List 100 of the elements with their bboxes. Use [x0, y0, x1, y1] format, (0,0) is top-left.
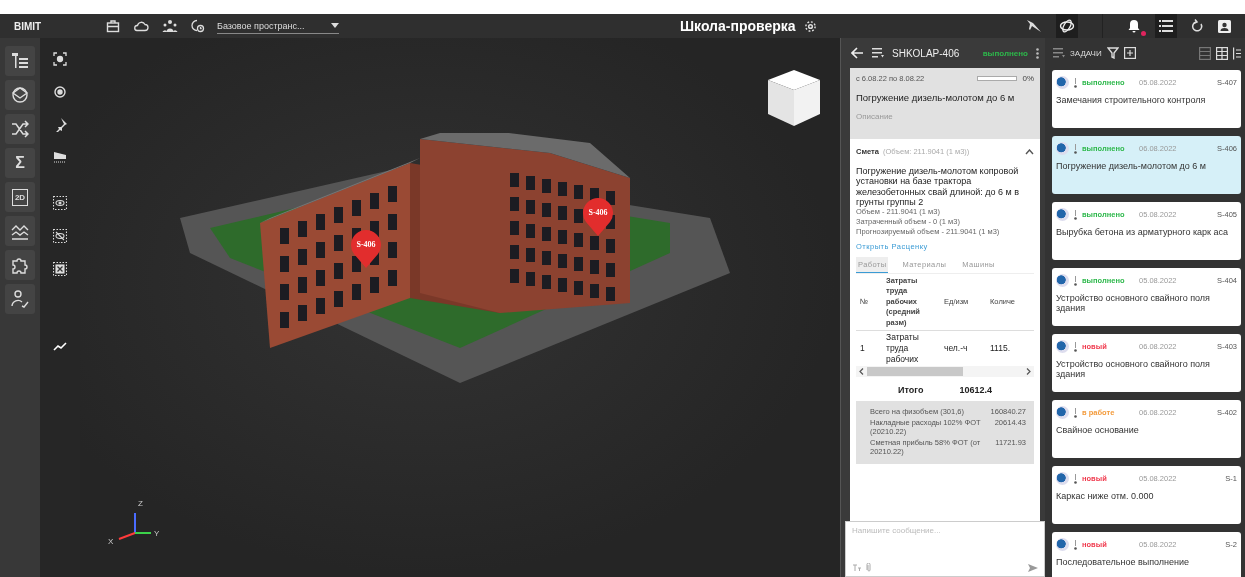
eye-off-icon — [53, 229, 67, 243]
task-title: Погружение дизель-молотом до 6 м — [856, 92, 1016, 103]
orbit-icon — [1059, 18, 1075, 34]
shuffle-icon — [11, 120, 29, 138]
tree-icon — [11, 52, 29, 70]
table-cell-text: 1 — [859, 343, 866, 355]
tool-button[interactable]: 2D — [5, 182, 35, 212]
axis-label: Y — [154, 529, 160, 538]
axis-label: Z — [138, 499, 143, 508]
table-cell-text: 1115. — [989, 343, 1011, 355]
caret-icon — [331, 23, 339, 28]
eye-icon — [53, 196, 67, 210]
tasks-title: ЗАДАЧИ — [1070, 48, 1102, 58]
view-tool-button[interactable] — [53, 52, 67, 66]
cloud-icon[interactable] — [133, 20, 149, 32]
issue-marker[interactable]: S-406 — [350, 228, 382, 268]
table-view-icon[interactable] — [1216, 46, 1228, 60]
priority-icon — [1074, 77, 1077, 88]
layers-icon — [11, 86, 29, 104]
table-cell-text: Затраты труда рабочих — [885, 332, 920, 366]
shield-clock-icon[interactable] — [191, 19, 205, 33]
sum-icon: Σ — [15, 154, 25, 172]
contact-card-icon[interactable] — [1218, 19, 1231, 33]
plane-icon[interactable] — [1026, 19, 1042, 33]
target-icon — [53, 85, 67, 99]
tool-button[interactable] — [5, 114, 35, 144]
avatar-icon — [1056, 538, 1069, 551]
model-viewport[interactable]: S-406 S-406 Z X Y — [80, 38, 840, 577]
view-tool-button[interactable] — [53, 196, 67, 210]
priority-icon — [1074, 341, 1077, 352]
task-title: Устройство основного свайного поля здания — [1056, 293, 1211, 314]
task-list-icon — [872, 48, 884, 58]
bell-icon[interactable] — [1127, 19, 1141, 33]
tool-button[interactable] — [5, 46, 35, 76]
view-tool-button[interactable] — [53, 151, 67, 165]
task-title: Устройство основного свайного поля здания — [1056, 359, 1211, 380]
tool-button[interactable] — [5, 216, 35, 246]
view-2d-icon: 2D — [11, 188, 29, 206]
view-tool-button[interactable] — [53, 229, 67, 243]
estimate-item-name: Погружение дизель-молотом копровой установки на базе трактора железобетонных свай длиной: до 6 м в грунты группы 2 — [856, 166, 1020, 208]
add-icon[interactable] — [1123, 47, 1136, 59]
priority-icon — [1074, 539, 1077, 550]
briefcase-icon[interactable] — [106, 19, 120, 33]
person-route-icon — [11, 290, 29, 308]
refresh-icon[interactable] — [1191, 19, 1204, 33]
gantt-view-icon[interactable] — [1233, 46, 1241, 60]
issue-marker[interactable]: S-406 — [582, 196, 614, 236]
filter-icon[interactable] — [1106, 47, 1119, 59]
view-tool-button[interactable] — [53, 85, 67, 99]
priority-icon — [1074, 275, 1077, 286]
chevron-icon[interactable] — [1025, 148, 1034, 155]
trend-button[interactable] — [53, 341, 67, 351]
task-title: Каркас ниже отм. 0.000 — [1056, 491, 1155, 502]
section-plane-icon — [53, 151, 67, 165]
table-cell-text: чел.-ч — [943, 343, 969, 355]
horizontal-scrollbar[interactable] — [856, 366, 1034, 378]
axis-label: X — [108, 537, 114, 546]
tool-button[interactable] — [5, 80, 35, 110]
priority-icon — [1074, 209, 1077, 220]
avatar-icon — [1056, 208, 1069, 221]
orbit-button[interactable] — [1056, 14, 1078, 38]
priority-icon — [1074, 407, 1077, 418]
task-title: Вырубка бетона из арматурного карк аса — [1056, 227, 1229, 238]
view-cube-drawing[interactable] — [766, 68, 822, 128]
workspace-dropdown[interactable]: Базовое пространс... — [217, 18, 339, 34]
tool-button[interactable] — [5, 284, 35, 314]
progress-percent: 0% — [1022, 74, 1034, 83]
trend-icon — [53, 341, 67, 351]
avatar-icon — [1056, 406, 1069, 419]
tool-button[interactable]: Σ — [5, 148, 35, 178]
avatar-icon — [1056, 274, 1069, 287]
card-view-icon[interactable] — [1199, 46, 1211, 60]
avatar-icon — [1056, 142, 1069, 155]
priority-icon — [1074, 143, 1077, 154]
task-title: Замечания строительного контроля — [1056, 95, 1207, 106]
task-title: Свайное основание — [1056, 425, 1140, 436]
scroll-right-icon[interactable] — [1026, 368, 1031, 376]
list-button[interactable] — [1155, 14, 1177, 38]
task-code: SHKOLAP-406 — [892, 47, 960, 59]
kebab-menu-icon[interactable] — [1036, 47, 1039, 59]
close-box-icon — [53, 262, 67, 276]
total-value: 10612.4 — [959, 385, 992, 396]
description-label: Описание — [856, 112, 894, 121]
tool-button[interactable] — [5, 250, 35, 280]
avatar-icon — [1056, 472, 1069, 485]
task-title: Погружение дизель-молотом до 6 м — [1056, 161, 1208, 172]
puzzle-icon — [11, 256, 29, 274]
app-logo: BIMIT — [14, 20, 43, 32]
focus-icon — [53, 52, 67, 66]
paperclip-icon[interactable] — [866, 563, 872, 572]
scroll-left-icon[interactable] — [859, 368, 864, 376]
list-icon — [1159, 20, 1173, 32]
view-tool-button[interactable] — [53, 262, 67, 276]
total-label: Итого — [898, 385, 924, 396]
back-arrow-icon[interactable] — [851, 47, 864, 59]
settings-icon[interactable] — [803, 19, 817, 33]
team-icon[interactable] — [162, 19, 178, 33]
task-list-icon — [1053, 48, 1065, 58]
avatar-icon — [1056, 340, 1069, 353]
send-icon[interactable] — [1028, 563, 1038, 572]
